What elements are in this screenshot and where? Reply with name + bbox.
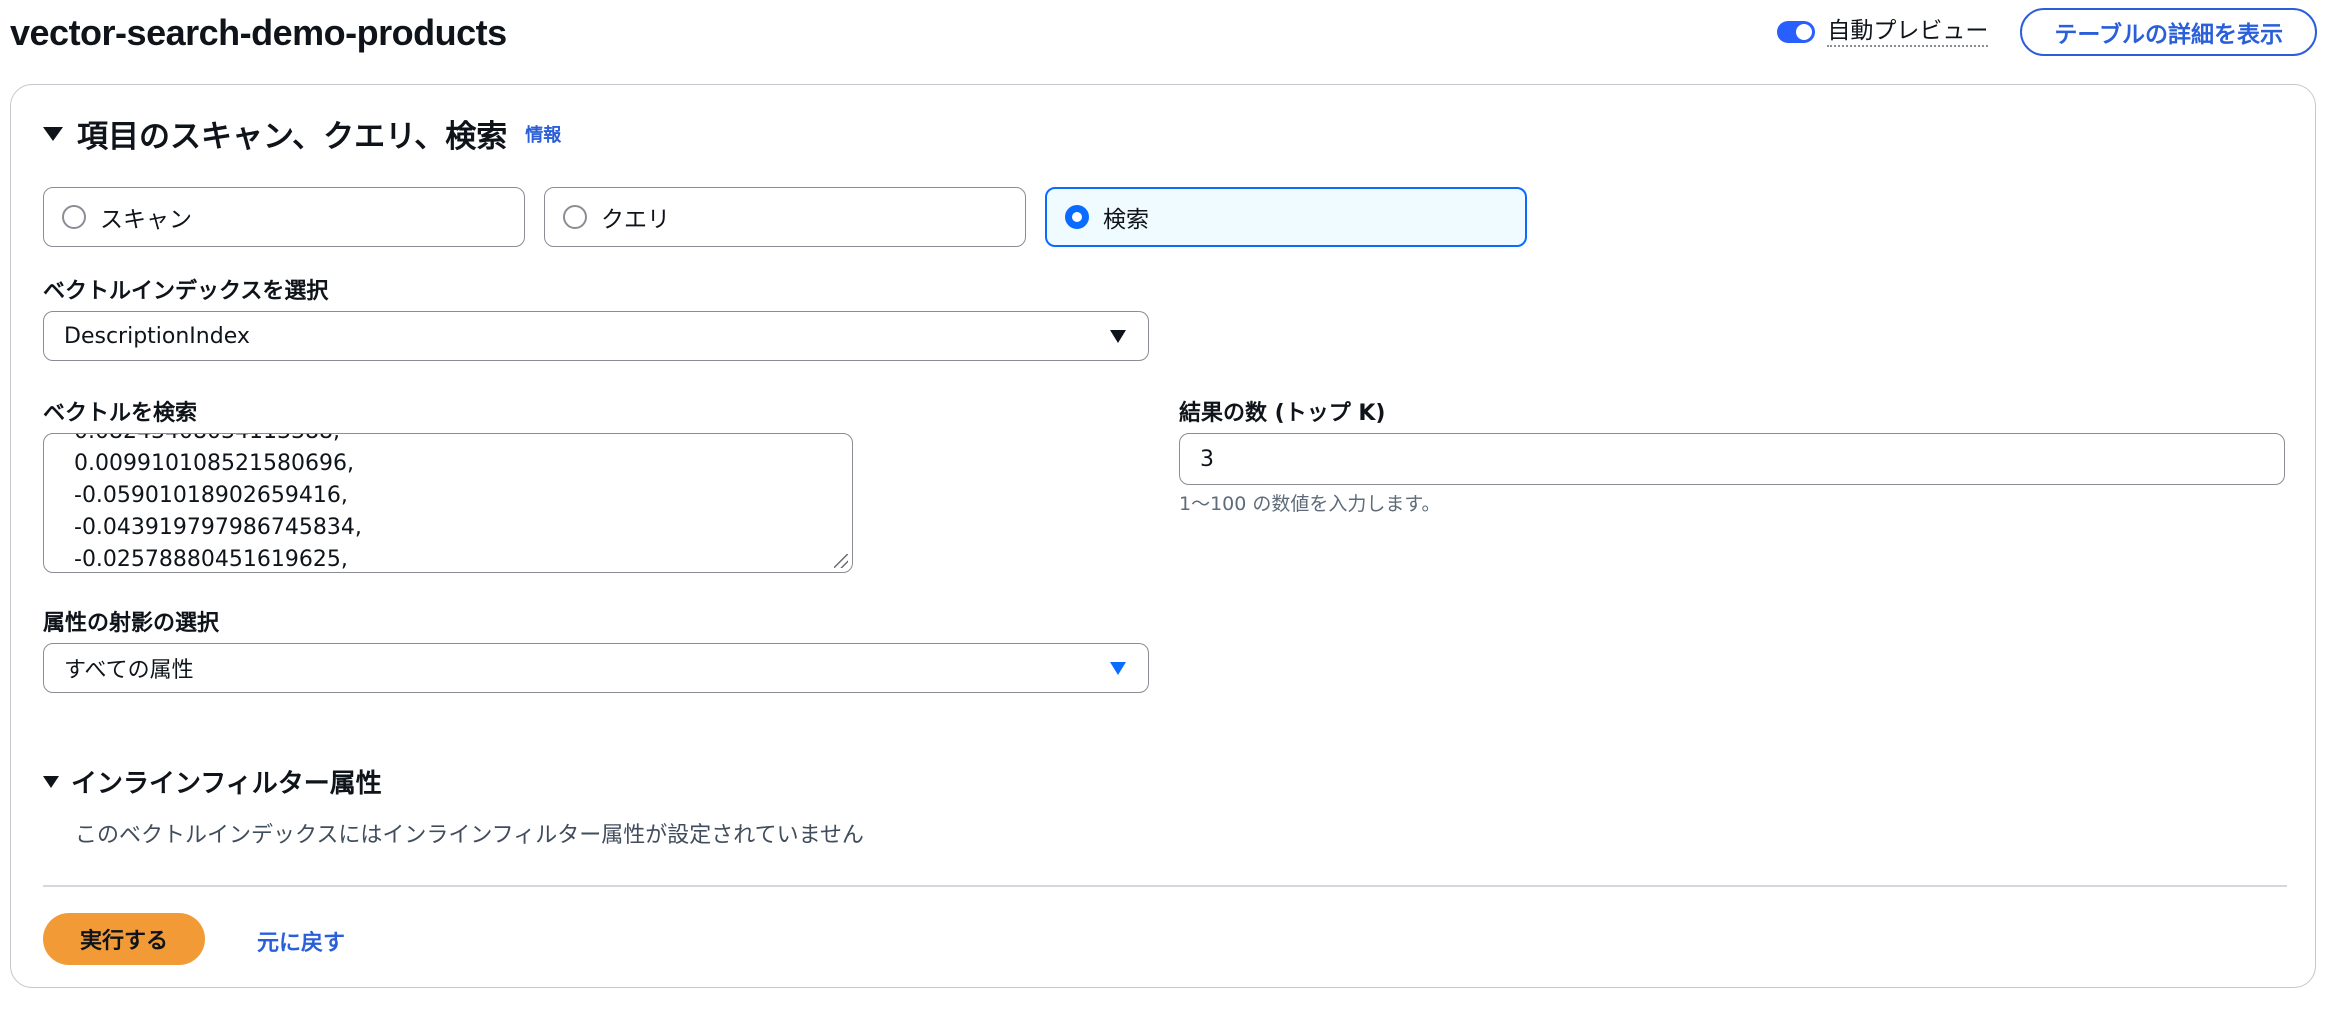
top-k-input[interactable]: 3	[1179, 433, 2285, 485]
inline-filter-note: このベクトルインデックスにはインラインフィルター属性が設定されていません	[75, 823, 864, 848]
vector-line: -0.05901018902659416,	[74, 483, 348, 508]
mode-scan-option[interactable]: スキャン	[43, 187, 525, 247]
run-button[interactable]: 実行する	[43, 913, 205, 965]
inline-filter-header[interactable]: インラインフィルター属性	[43, 763, 382, 800]
vector-line: 0.009910108521580696,	[74, 451, 354, 476]
inline-filter-title: インラインフィルター属性	[71, 769, 382, 799]
resize-handle-icon[interactable]	[834, 554, 848, 568]
auto-preview-toggle[interactable]	[1777, 21, 1816, 43]
search-vector-textarea[interactable]: 0.08243408034113388, 0.00991010852158069…	[43, 433, 853, 573]
top-k-hint: 1〜100 の数値を入力します。	[1179, 493, 1441, 515]
radio-scan[interactable]	[62, 205, 86, 229]
auto-preview-toggle-group[interactable]: 自動プレビュー	[1777, 17, 1989, 47]
auto-preview-label[interactable]: 自動プレビュー	[1827, 17, 1989, 47]
caret-down-icon[interactable]	[43, 775, 59, 788]
radio-search[interactable]	[1065, 205, 1089, 229]
dropdown-arrow-icon	[1110, 330, 1126, 343]
reset-button[interactable]: 元に戻す	[257, 925, 345, 957]
caret-down-icon[interactable]	[43, 126, 63, 141]
divider	[43, 885, 2287, 887]
top-k-label: 結果の数 (トップ K)	[1179, 401, 1386, 426]
section-header[interactable]: 項目のスキャン、クエリ、検索 情報	[43, 111, 561, 156]
vector-index-value: DescriptionIndex	[64, 323, 250, 349]
mode-search-label: 検索	[1103, 207, 1149, 233]
top-actions: 自動プレビュー テーブルの詳細を表示	[1777, 8, 2317, 56]
vector-index-label: ベクトルインデックスを選択	[43, 279, 329, 304]
mode-query-option[interactable]: クエリ	[544, 187, 1026, 247]
projection-select[interactable]: すべての属性	[43, 643, 1149, 693]
dropdown-arrow-icon	[1110, 662, 1126, 675]
projection-label: 属性の射影の選択	[43, 611, 220, 636]
radio-query[interactable]	[563, 205, 587, 229]
mode-scan-label: スキャン	[100, 207, 192, 233]
vector-line: -0.02578880451619625,	[74, 547, 348, 572]
top-k-value: 3	[1200, 446, 1214, 472]
section-title: 項目のスキャン、クエリ、検索	[77, 119, 508, 155]
toggle-knob	[1796, 24, 1813, 40]
mode-query-label: クエリ	[601, 207, 670, 233]
page-title: vector-search-demo-products	[10, 12, 507, 53]
scan-query-search-panel: 項目のスキャン、クエリ、検索 情報 スキャン クエリ 検索 ベクトルインデックス…	[10, 84, 2316, 988]
view-table-details-button[interactable]: テーブルの詳細を表示	[2020, 8, 2317, 56]
vector-line: 0.08243408034113388,	[74, 434, 362, 448]
vector-line: -0.043919797986745834,	[74, 515, 362, 540]
projection-value: すべての属性	[64, 658, 194, 683]
mode-search-option[interactable]: 検索	[1045, 187, 1527, 247]
vector-index-select[interactable]: DescriptionIndex	[43, 311, 1149, 361]
search-vector-label: ベクトルを検索	[43, 401, 198, 426]
info-link[interactable]: 情報	[525, 121, 561, 147]
